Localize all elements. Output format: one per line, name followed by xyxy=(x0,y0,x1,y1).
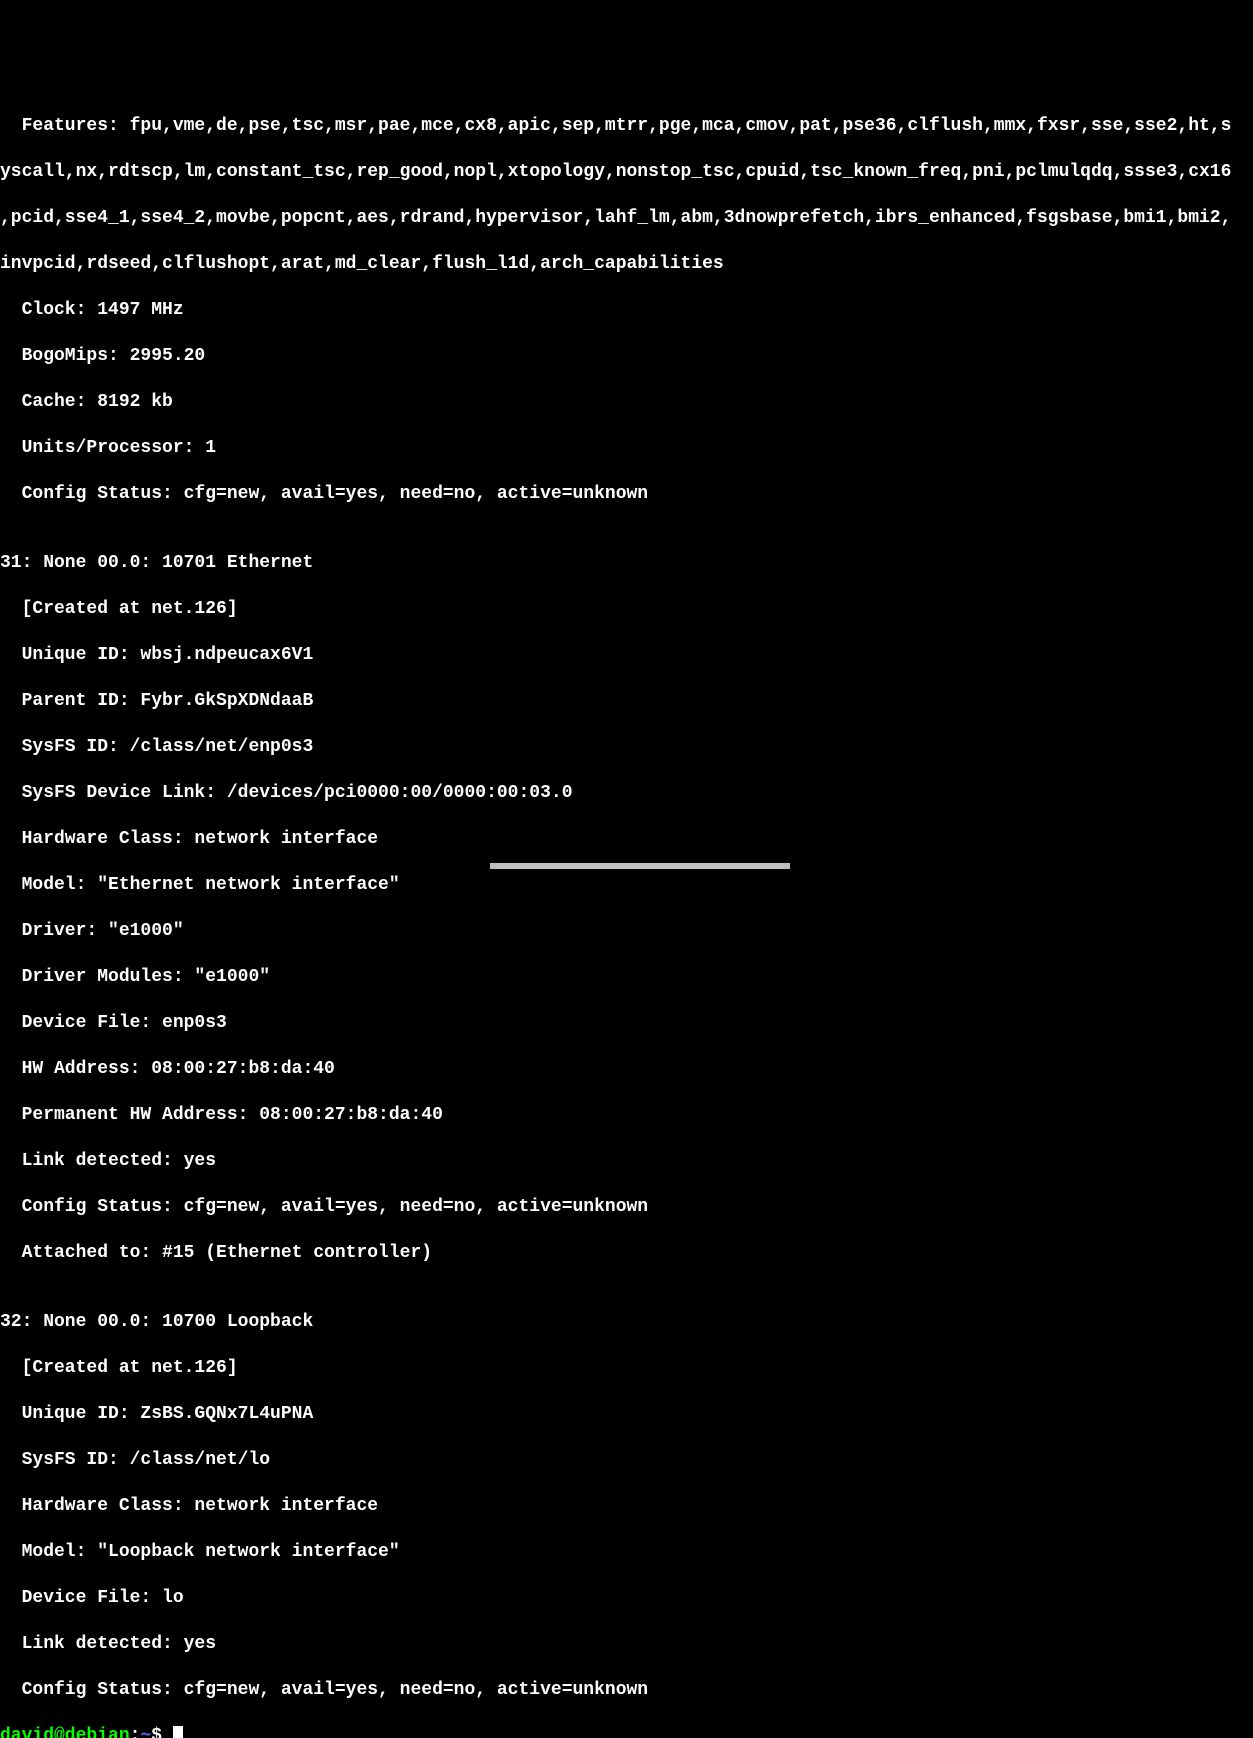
prompt-path: ~ xyxy=(140,1726,151,1738)
output-line: Parent ID: Fybr.GkSpXDNdaaB xyxy=(0,690,1253,713)
output-line: Driver Modules: "e1000" xyxy=(0,966,1253,989)
output-line: HW Address: 08:00:27:b8:da:40 xyxy=(0,1058,1253,1081)
prompt-dollar: $ xyxy=(151,1726,173,1738)
output-line: Clock: 1497 MHz xyxy=(0,299,1253,322)
output-line: Device File: enp0s3 xyxy=(0,1012,1253,1035)
output-line: BogoMips: 2995.20 xyxy=(0,345,1253,368)
output-line: invpcid,rdseed,clflushopt,arat,md_clear,… xyxy=(0,253,1253,276)
output-line: Hardware Class: network interface xyxy=(0,828,1253,851)
output-line: 32: None 00.0: 10700 Loopback xyxy=(0,1311,1253,1334)
output-line: Features: fpu,vme,de,pse,tsc,msr,pae,mce… xyxy=(0,115,1253,138)
output-line: Link detected: yes xyxy=(0,1633,1253,1656)
output-line: Config Status: cfg=new, avail=yes, need=… xyxy=(0,1196,1253,1219)
output-line: Config Status: cfg=new, avail=yes, need=… xyxy=(0,1679,1253,1702)
output-line: [Created at net.126] xyxy=(0,598,1253,621)
prompt-line[interactable]: david@debian:~$ xyxy=(0,1725,1253,1738)
output-line: ,pcid,sse4_1,sse4_2,movbe,popcnt,aes,rdr… xyxy=(0,207,1253,230)
output-line: SysFS ID: /class/net/enp0s3 xyxy=(0,736,1253,759)
output-line: Hardware Class: network interface xyxy=(0,1495,1253,1518)
prompt-colon: : xyxy=(130,1726,141,1738)
output-line: Attached to: #15 (Ethernet controller) xyxy=(0,1242,1253,1265)
output-line: SysFS ID: /class/net/lo xyxy=(0,1449,1253,1472)
output-line: [Created at net.126] xyxy=(0,1357,1253,1380)
terminal-output[interactable]: Features: fpu,vme,de,pse,tsc,msr,pae,mce… xyxy=(0,92,1253,1738)
output-line: SysFS Device Link: /devices/pci0000:00/0… xyxy=(0,782,1253,805)
output-line: Model: "Loopback network interface" xyxy=(0,1541,1253,1564)
output-line: Unique ID: wbsj.ndpeucax6V1 xyxy=(0,644,1253,667)
bottom-indicator xyxy=(490,863,790,869)
output-line: Units/Processor: 1 xyxy=(0,437,1253,460)
output-line: Link detected: yes xyxy=(0,1150,1253,1173)
cursor-icon xyxy=(173,1726,183,1738)
output-line: Device File: lo xyxy=(0,1587,1253,1610)
output-line: 31: None 00.0: 10701 Ethernet xyxy=(0,552,1253,575)
output-line: Permanent HW Address: 08:00:27:b8:da:40 xyxy=(0,1104,1253,1127)
output-line: Unique ID: ZsBS.GQNx7L4uPNA xyxy=(0,1403,1253,1426)
prompt-user: david@debian xyxy=(0,1726,130,1738)
output-line: Driver: "e1000" xyxy=(0,920,1253,943)
output-line: yscall,nx,rdtscp,lm,constant_tsc,rep_goo… xyxy=(0,161,1253,184)
output-line: Config Status: cfg=new, avail=yes, need=… xyxy=(0,483,1253,506)
output-line: Cache: 8192 kb xyxy=(0,391,1253,414)
output-line: Model: "Ethernet network interface" xyxy=(0,874,1253,897)
